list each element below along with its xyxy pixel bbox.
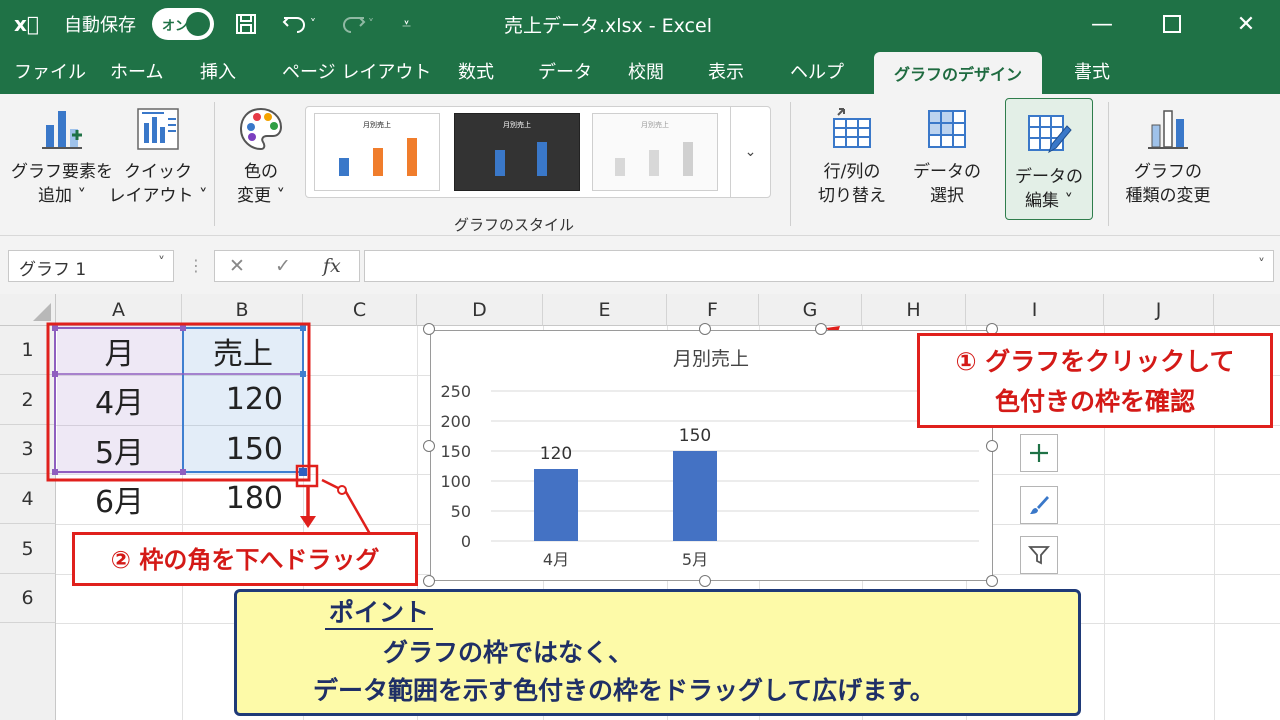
data-label: 120 (540, 444, 572, 464)
chart-resize-handle[interactable] (986, 575, 998, 587)
plus-icon (1030, 444, 1048, 462)
bar (673, 451, 717, 541)
point-line1: グラフの枠ではなく、 (383, 638, 634, 667)
point-line2: データ範囲を示す色付きの枠をドラッグして広げます。 (313, 676, 935, 705)
chart-resize-handle[interactable] (815, 323, 827, 335)
chart-styles-button[interactable] (1020, 486, 1058, 524)
point-heading: ポイント (325, 598, 434, 630)
callout-pointer-dot (337, 485, 347, 495)
chart-resize-handle[interactable] (423, 440, 435, 452)
range-handle (180, 325, 186, 331)
step2-text: ② 枠の角を下へドラッグ (110, 546, 380, 574)
funnel-icon (1028, 546, 1050, 565)
y-tick-label: 50 (451, 502, 471, 521)
step1-callout: ① グラフをクリックして 色付きの枠を確認 (917, 333, 1273, 428)
point-note: ポイント グラフの枠ではなく、 データ範囲を示す色付きの枠をドラッグして広げます… (234, 589, 1081, 716)
drag-arrow-head (300, 516, 316, 528)
step1-line2: 色付きの枠を確認 (994, 387, 1195, 416)
chart-resize-handle[interactable] (699, 575, 711, 587)
x-tick-label: 4月 (543, 550, 569, 569)
chart-elements-button[interactable] (1020, 434, 1058, 472)
bar-chart: 月別売上 0 50 100 150 200 250 120 150 4月 5月 (440, 348, 979, 569)
step1-line1: ① グラフをクリックして (955, 347, 1235, 376)
range-handle (52, 469, 58, 475)
chart-resize-handle[interactable] (986, 440, 998, 452)
y-tick-label: 100 (440, 472, 471, 491)
x-tick-label: 5月 (682, 550, 708, 569)
category-range-border (54, 327, 184, 473)
y-tick-label: 150 (440, 442, 471, 461)
step2-callout: ② 枠の角を下へドラッグ (72, 532, 418, 586)
range-corner-handle (299, 468, 307, 476)
range-handle (52, 371, 58, 377)
chart-object[interactable]: 月別売上 0 50 100 150 200 250 120 150 4月 5月 (430, 330, 993, 581)
data-label: 150 (679, 426, 711, 446)
chart-title: 月別売上 (673, 348, 749, 370)
chart-resize-handle[interactable] (423, 575, 435, 587)
range-handle (52, 325, 58, 331)
chart-filters-button[interactable] (1020, 536, 1058, 574)
chart-resize-handle[interactable] (699, 323, 711, 335)
chart-resize-handle[interactable] (423, 323, 435, 335)
value-range-border (182, 327, 304, 473)
range-handle (180, 469, 186, 475)
y-tick-label: 0 (461, 532, 471, 551)
bar (534, 469, 578, 541)
range-handle (300, 371, 306, 377)
y-tick-label: 250 (440, 382, 471, 401)
range-handle (300, 325, 306, 331)
y-tick-label: 200 (440, 412, 471, 431)
range-callout-border (46, 322, 311, 482)
brush-icon (1030, 496, 1049, 514)
